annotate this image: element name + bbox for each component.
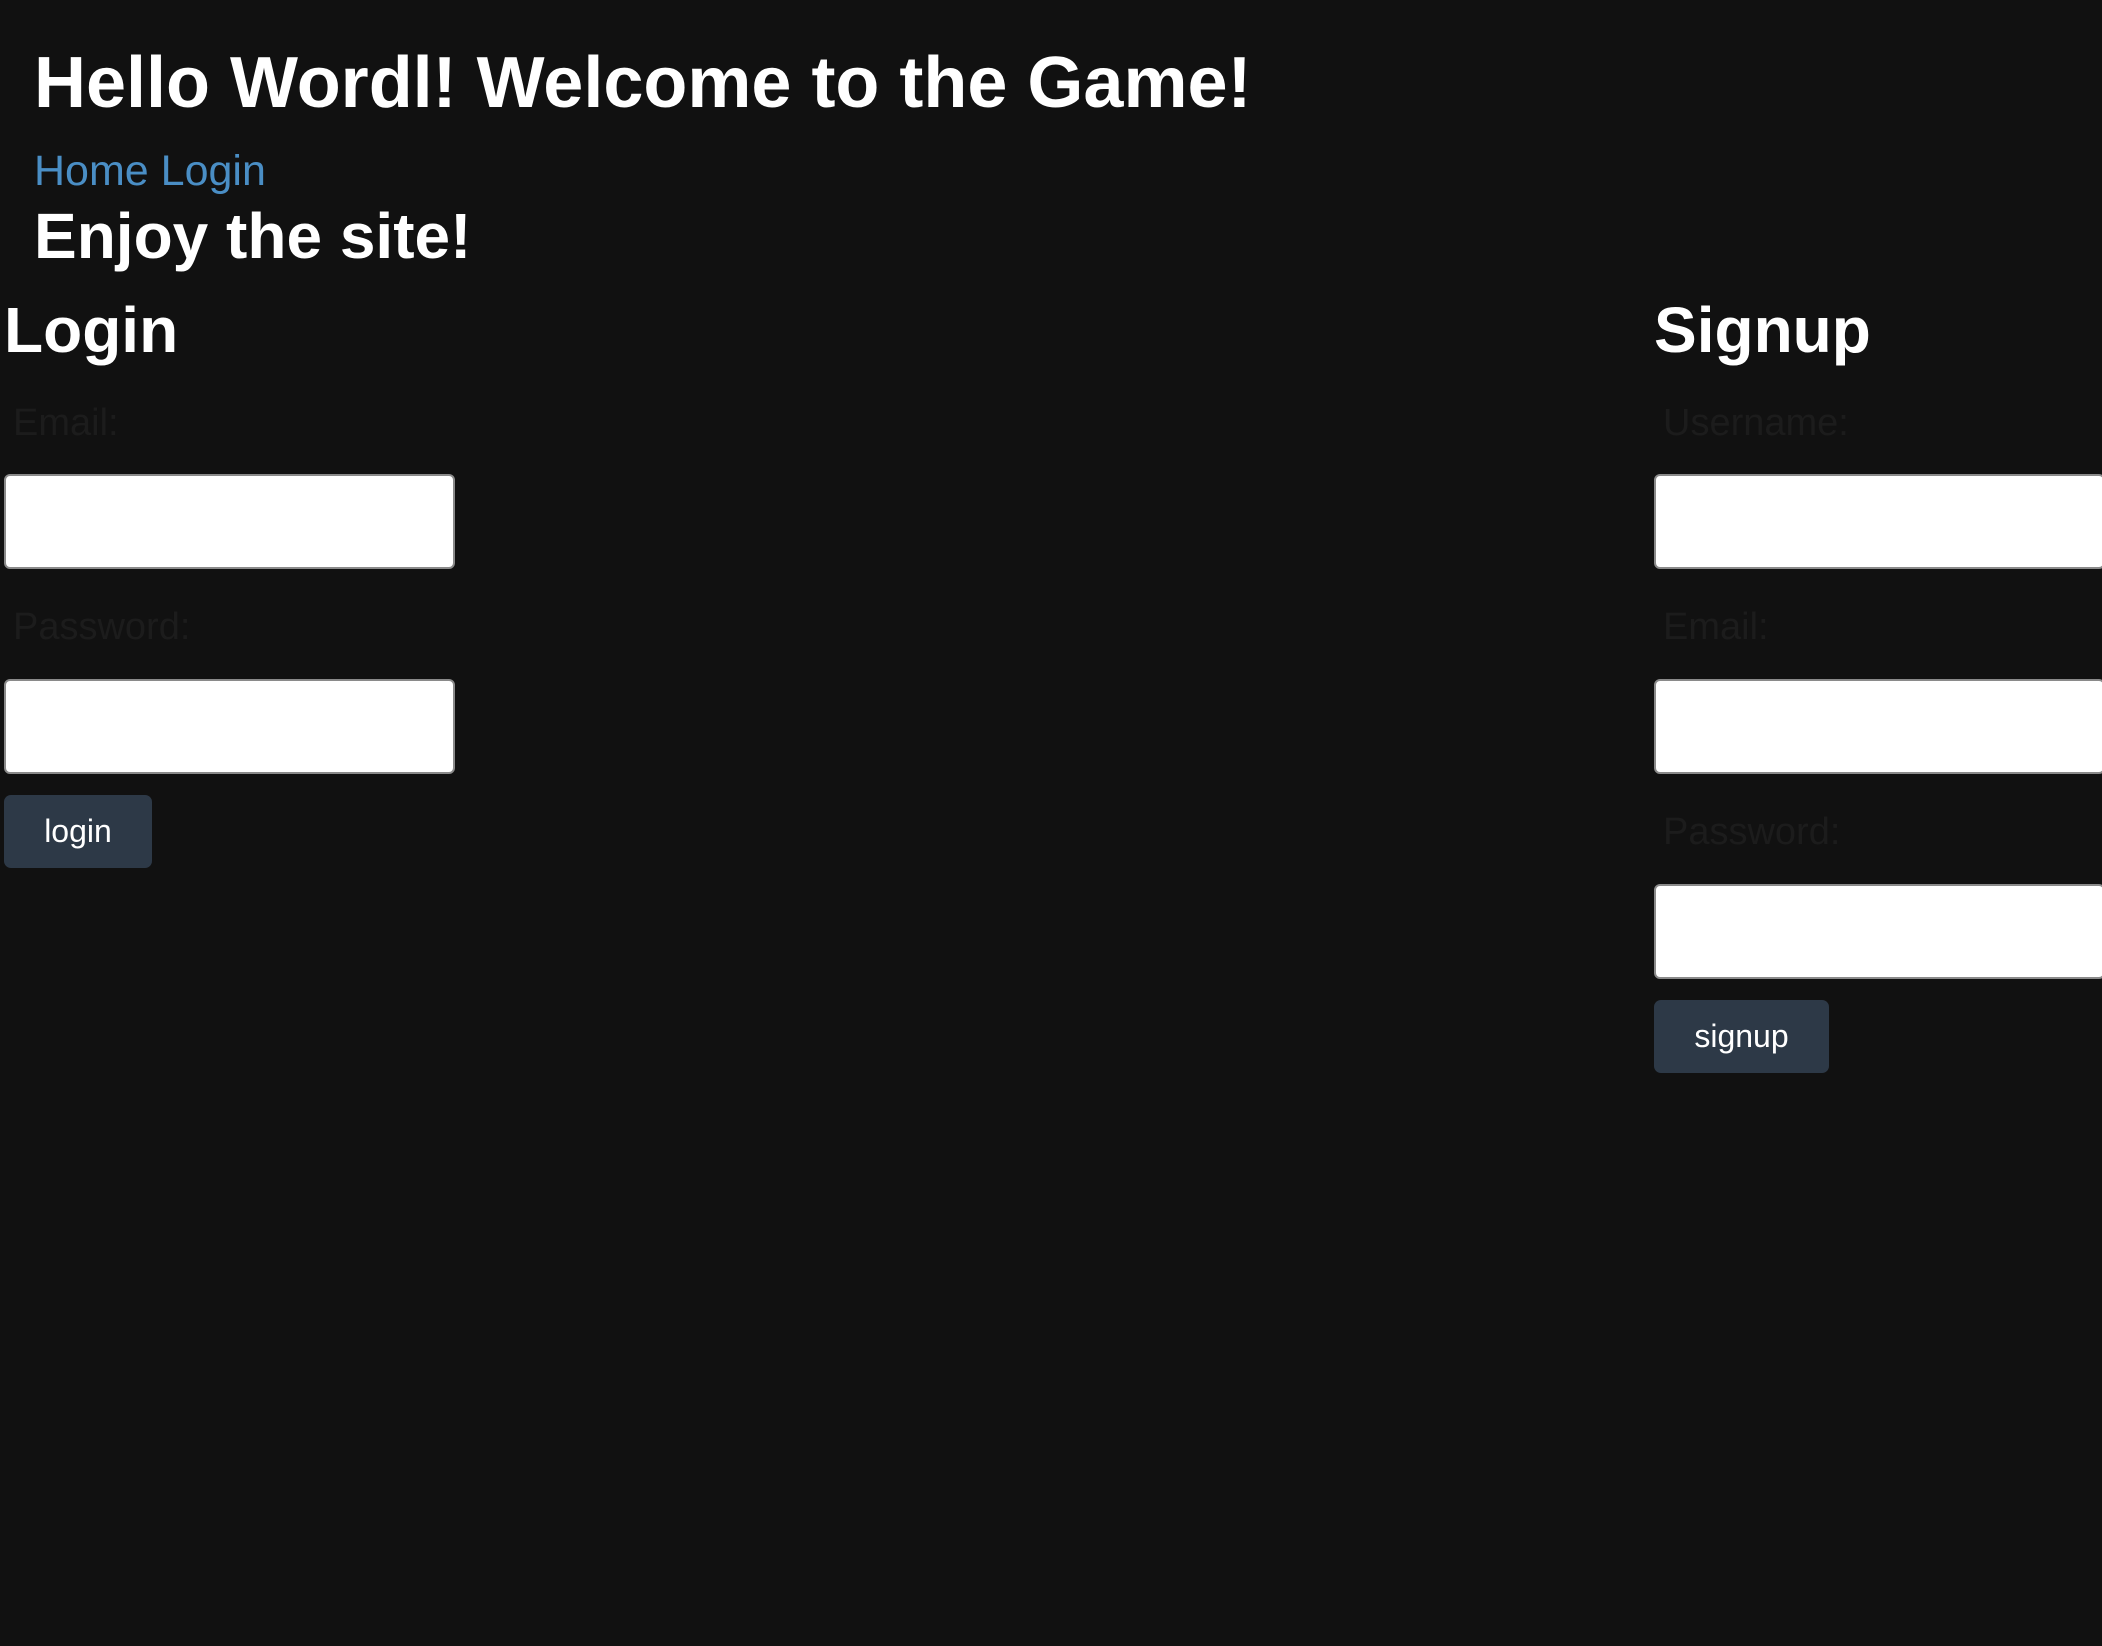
nav-link-login[interactable]: Login	[161, 147, 266, 195]
nav-link-home[interactable]: Home	[34, 147, 149, 195]
page: Hello Wordl! Welcome to the Game! Home L…	[0, 0, 2102, 1646]
signup-email-label: Email:	[1663, 606, 1769, 648]
login-password-label: Password:	[13, 606, 191, 648]
login-email-label: Email:	[13, 402, 119, 444]
signup-heading: Signup	[1654, 294, 1871, 366]
signup-password-label: Password:	[1663, 811, 1841, 853]
top-nav: Home Login	[34, 146, 1252, 196]
signup-username-label: Username:	[1663, 402, 1849, 444]
signup-button[interactable]: signup	[1654, 1000, 1829, 1073]
signup-email-field[interactable]	[1654, 679, 2102, 774]
header: Hello Wordl! Welcome to the Game! Home L…	[34, 40, 1252, 274]
login-heading: Login	[4, 294, 179, 366]
page-title: Hello Wordl! Welcome to the Game!	[34, 43, 1252, 123]
signup-password-field[interactable]	[1654, 884, 2102, 979]
page-subtitle: Enjoy the site!	[34, 200, 472, 272]
login-email-field[interactable]	[4, 474, 455, 569]
signup-form: Signup Username: Email: Password: signup	[1654, 290, 2102, 1073]
login-button[interactable]: login	[4, 795, 152, 868]
signup-username-field[interactable]	[1654, 474, 2102, 569]
login-form: Login Email: Password: login	[4, 290, 455, 868]
login-password-field[interactable]	[4, 679, 455, 774]
